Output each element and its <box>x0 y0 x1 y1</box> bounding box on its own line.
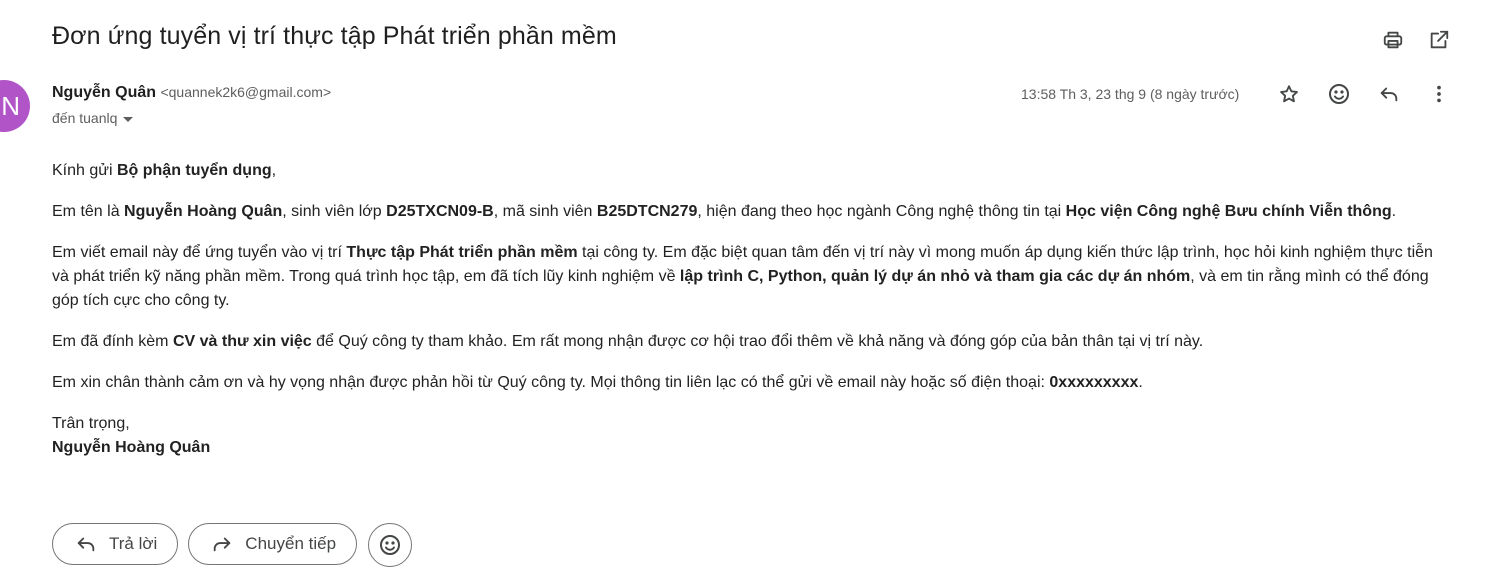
text: Em xin chân thành cảm ơn và hy vọng nhận… <box>52 374 1050 391</box>
text: Em đã đính kèm <box>52 333 173 350</box>
bold-text: Thực tập Phát triển phần mềm <box>346 244 578 261</box>
more-vert-icon[interactable] <box>1427 82 1451 106</box>
bold-text: CV và thư xin việc <box>172 333 312 350</box>
reply-icon[interactable] <box>1377 82 1401 106</box>
open-in-new-icon[interactable] <box>1427 28 1451 52</box>
message-actions <box>1277 82 1451 106</box>
signature-name: Nguyễn Hoàng Quân <box>52 439 211 456</box>
bold-text: B25DTCN279 <box>596 203 698 220</box>
timestamp: 13:58 Th 3, 23 thg 9 (8 ngày trước) <box>1021 86 1240 102</box>
text: . <box>1391 203 1397 220</box>
text: Em viết email này để ứng tuyển vào vị tr… <box>52 244 347 261</box>
phone-number: 0xxxxxxxxx <box>1049 374 1139 391</box>
sender-email: <quannek2k6@gmail.com> <box>160 84 332 100</box>
text: , <box>271 162 277 179</box>
emoji-reaction-button[interactable] <box>368 523 413 567</box>
motivation-paragraph: Em viết email này để ứng tuyển vào vị tr… <box>52 241 1452 313</box>
reply-button[interactable]: Trả lời <box>52 523 179 565</box>
thread-actions <box>1381 28 1451 52</box>
caret-down-icon <box>123 116 134 122</box>
forward-button[interactable]: Chuyển tiếp <box>188 523 358 565</box>
star-icon[interactable] <box>1277 82 1301 106</box>
emoji-icon <box>380 535 401 555</box>
signature: Nguyễn Hoàng Quân <box>52 436 1452 460</box>
text: . <box>1138 374 1143 391</box>
bold-text: Nguyễn Hoàng Quân <box>124 203 283 220</box>
forward-label: Chuyển tiếp <box>245 534 337 553</box>
bold-text: lập trình C, Python, quản lý dự án nhỏ v… <box>679 268 1191 285</box>
closing-paragraph: Em xin chân thành cảm ơn và hy vọng nhận… <box>52 371 1452 395</box>
attachment-paragraph: Em đã đính kèm CV và thư xin việc để Quý… <box>52 330 1452 354</box>
bold-text: Bộ phận tuyển dụng <box>116 162 272 179</box>
greeting-paragraph: Kính gửi Bộ phận tuyển dụng, <box>52 159 1452 183</box>
avatar[interactable]: N <box>0 80 30 132</box>
emoji-icon[interactable] <box>1327 82 1351 106</box>
forward-icon <box>214 537 231 552</box>
sender-name[interactable]: Nguyễn Quân <box>52 84 156 101</box>
sender-info: Nguyễn Quân <quannek2k6@gmail.com> <box>52 84 331 102</box>
email-body: Kính gửi Bộ phận tuyển dụng, Em tên là N… <box>52 159 1452 460</box>
closing-line: Trân trọng, <box>52 415 130 432</box>
intro-paragraph: Em tên là Nguyễn Hoàng Quân, sinh viên l… <box>52 200 1452 224</box>
text: Kính gửi <box>52 162 117 179</box>
text: , hiện đang theo học ngành Công nghệ thô… <box>697 203 1066 220</box>
bold-text: D25TXCN09-B <box>386 203 494 220</box>
email-subject: Đơn ứng tuyển vị trí thực tập Phát triển… <box>52 22 617 50</box>
reply-actions: Trả lời Chuyển tiếp <box>52 523 413 567</box>
text: Em tên là <box>52 203 125 220</box>
reply-icon <box>77 537 95 552</box>
print-icon[interactable] <box>1381 28 1405 52</box>
recipient-dropdown[interactable]: đến tuanlq <box>52 110 134 126</box>
text: , mã sinh viên <box>493 203 597 220</box>
text: , sinh viên lớp <box>282 203 387 220</box>
text: để Quý công ty tham khảo. Em rất mong nh… <box>311 333 1204 350</box>
bold-text: Học viện Công nghệ Bưu chính Viễn thông <box>1065 203 1392 220</box>
recipient-label: đến tuanlq <box>52 110 118 126</box>
reply-label: Trả lời <box>109 534 158 553</box>
